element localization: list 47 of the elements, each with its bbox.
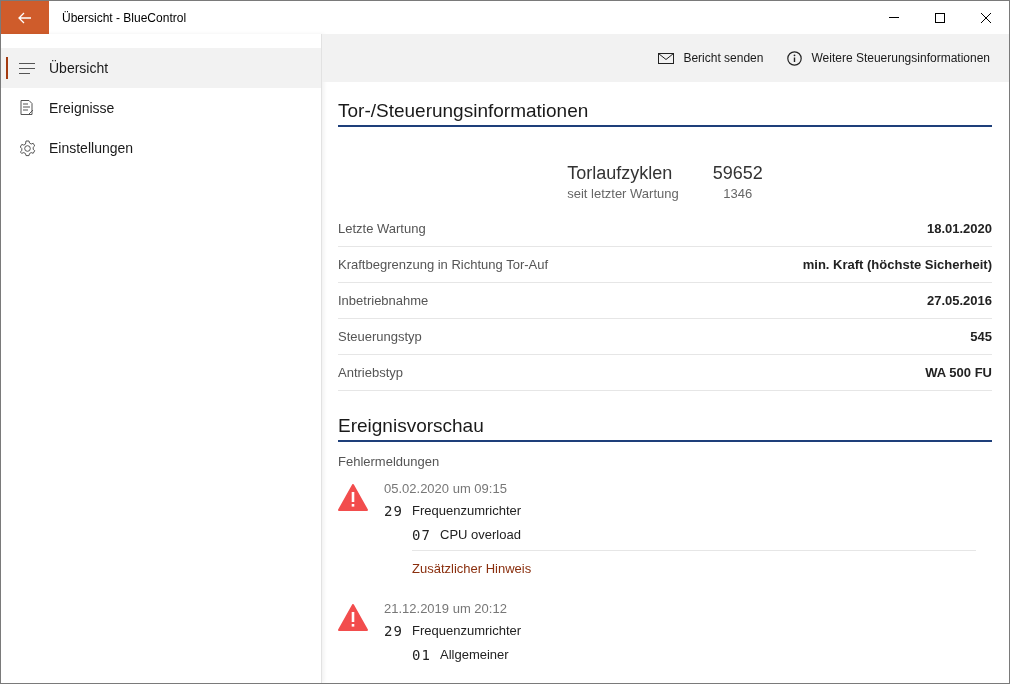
info-label: Letzte Wartung (338, 219, 426, 238)
warning-icon (338, 603, 368, 631)
section-heading: Ereignisvorschau (338, 413, 992, 442)
event-date: 21.12.2019 um 20:12 (384, 599, 507, 618)
toolbar-button[interactable]: Weitere Steuerungsinformationen (787, 49, 990, 67)
info-value: WA 500 FU (925, 363, 992, 382)
info-label: Inbetriebnahme (338, 291, 429, 310)
error-name: Allgemeiner (440, 645, 509, 664)
error-name: CPU overload (440, 525, 521, 544)
mail-icon (658, 52, 675, 64)
module-name: Frequenzumrichter (412, 501, 522, 520)
info-label: Kraftbegrenzung in Richtung Tor-Auf (338, 255, 549, 274)
subheading: Fehlermeldungen (338, 453, 440, 471)
code-display: 29 (384, 621, 404, 640)
toolbar-button[interactable]: Bericht senden (658, 49, 764, 67)
info-value: min. Kraft (höchste Sicherheit) (802, 255, 992, 274)
info-value: 18.01.2020 (926, 219, 992, 238)
minimize-icon (889, 17, 899, 18)
event-date: 05.02.2020 um 09:15 (384, 479, 507, 498)
back-button[interactable] (1, 1, 49, 34)
document-icon (19, 100, 35, 116)
sidebar-item[interactable]: Einstellungen (1, 128, 321, 168)
cycles-value: 59652 (712, 162, 763, 185)
code-display: 29 (384, 501, 404, 520)
info-value: 27.05.2016 (926, 291, 992, 310)
info-icon (787, 50, 803, 66)
cycles-label: Torlaufzyklen (567, 162, 674, 185)
maximize-icon (935, 12, 945, 23)
info-label: Steuerungstyp (338, 327, 422, 346)
cycles-sub-value: 1346 (722, 185, 754, 203)
close-icon (981, 12, 991, 23)
module-name: Frequenzumrichter (412, 621, 522, 640)
back-arrow-icon (18, 11, 32, 24)
sidebar-item[interactable]: Ereignisse (1, 88, 321, 128)
info-value: 545 (970, 327, 992, 346)
code-display: 01 (412, 645, 432, 664)
section-heading: Tor-/Steuerungsinformationen (338, 98, 992, 127)
info-label: Antriebstyp (338, 363, 404, 382)
hint-link[interactable]: Zusätzlicher Hinweis (412, 560, 532, 576)
settings-icon (18, 139, 36, 157)
selection-indicator (6, 57, 8, 79)
menu-icon (19, 62, 35, 74)
code-display: 07 (412, 525, 432, 544)
cycles-sub-label: seit letzter Wartung (567, 185, 679, 203)
window-title: Übersicht - BlueControl (62, 9, 187, 27)
warning-icon (338, 483, 368, 511)
sidebar-item[interactable]: Übersicht (1, 48, 321, 88)
